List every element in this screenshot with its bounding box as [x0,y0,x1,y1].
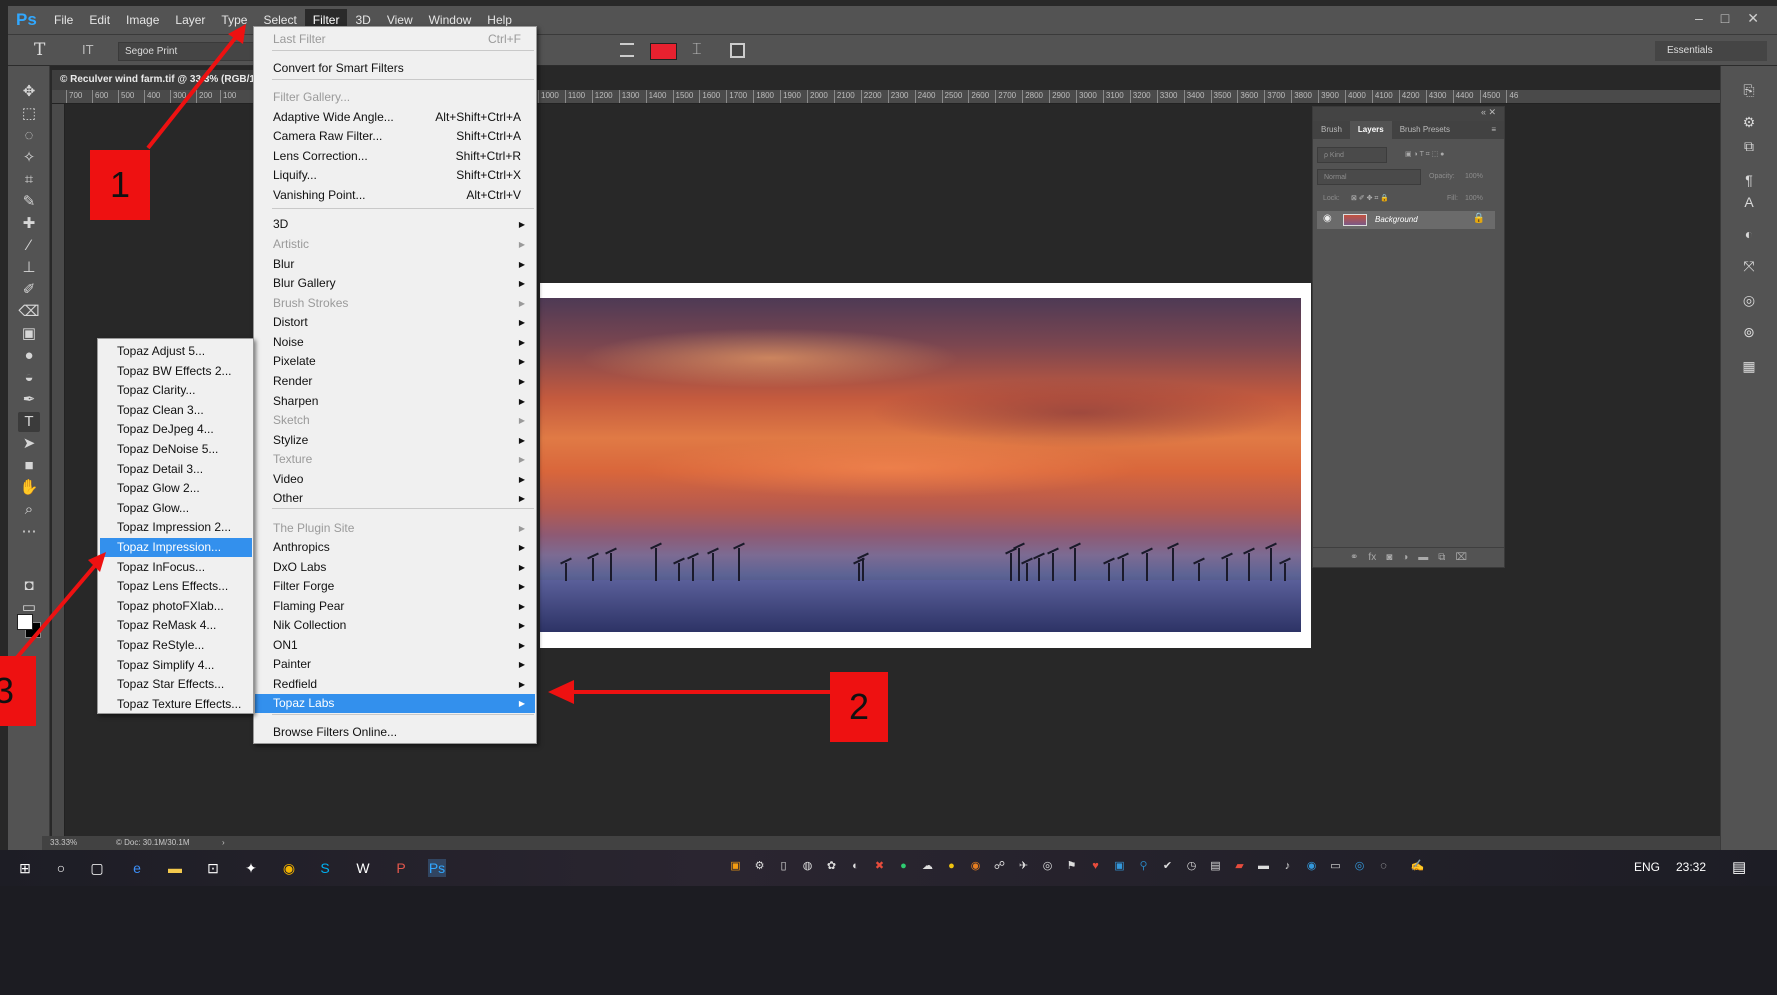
store-icon[interactable]: ⊡ [204,859,222,877]
edge-icon[interactable]: e [128,859,146,877]
tray-icon-6[interactable]: ◐ [848,859,863,874]
language-indicator[interactable]: ENG [1634,860,1660,874]
step-1-label: 1 [90,150,150,220]
tray-icon-8[interactable]: ● [896,859,911,874]
search-icon[interactable]: ○ [52,859,70,877]
tray-icon-14[interactable]: ⚑ [1064,859,1079,874]
skype-icon[interactable]: S [316,859,334,877]
tray-icon-7[interactable]: ✖ [872,859,887,874]
tray-icon-18[interactable]: ✔ [1160,859,1175,874]
tray-icon-3[interactable]: ▯ [776,859,791,874]
photoshop-taskbar-icon[interactable]: Ps [428,859,446,877]
tray-icon-11[interactable]: ☍ [992,859,1007,874]
tray-icon-21[interactable]: ▰ [1232,859,1247,874]
tray-icon-19[interactable]: ◷ [1184,859,1199,874]
chrome-icon[interactable]: ◉ [280,859,298,877]
tray-icon-24[interactable]: ◎ [1352,859,1367,874]
wordpress-icon[interactable]: W [354,859,372,877]
notifications-icon[interactable]: ▤ [1732,858,1746,876]
tray-icon-23[interactable]: ◉ [1304,859,1319,874]
tray-icon-20[interactable]: ▤ [1208,859,1223,874]
clock[interactable]: 23:32 [1676,860,1706,874]
step-2-label: 2 [830,672,888,742]
file-explorer-icon[interactable]: ▬ [166,859,184,877]
tray-icon-15[interactable]: ♥ [1088,859,1103,874]
tray-icon-10[interactable]: ◉ [968,859,983,874]
arrow-1 [146,24,246,150]
app-icon[interactable]: ✦ [242,859,260,877]
windows-taskbar: ⊞ ○ ▢ e ▬ ⊡ ✦ ◉ S W P Ps ▣ ⚙ ▯ ◍ ✿ ◐ ✖ ●… [0,850,1777,995]
onedrive-icon[interactable]: ☁ [920,859,935,874]
tray-icon-22[interactable]: ▬ [1256,859,1271,874]
annotation-arrows [6,24,832,704]
tray-icon-9[interactable]: ● [944,859,959,874]
arrow-2 [548,680,832,704]
pen-icon[interactable]: ✍ [1410,859,1425,874]
volume-icon[interactable]: ♪ [1280,859,1295,874]
tray-icon-25[interactable]: ◌ [1376,859,1391,874]
task-view-icon[interactable]: ▢ [88,859,106,877]
tray-icon-16[interactable]: ▣ [1112,859,1127,874]
arrow-3 [6,552,106,670]
tray-icon-12[interactable]: ✈ [1016,859,1031,874]
foreground-color[interactable] [17,614,33,630]
tray-icon-13[interactable]: ◎ [1040,859,1055,874]
photoshop-window: Ps File Edit Image Layer Type Select Fil… [0,0,1777,995]
windows-start-icon[interactable]: ⊞ [16,859,34,877]
network-icon[interactable]: ▭ [1328,859,1343,874]
tray-icon-2[interactable]: ⚙ [752,859,767,874]
step-3-label: 3 [0,656,36,726]
tray-icon-4[interactable]: ◍ [800,859,815,874]
tray-icon-5[interactable]: ✿ [824,859,839,874]
powerpoint-icon[interactable]: P [392,859,410,877]
tray-icon-17[interactable]: ⚲ [1136,859,1151,874]
tray-icon-1[interactable]: ▣ [728,859,743,874]
